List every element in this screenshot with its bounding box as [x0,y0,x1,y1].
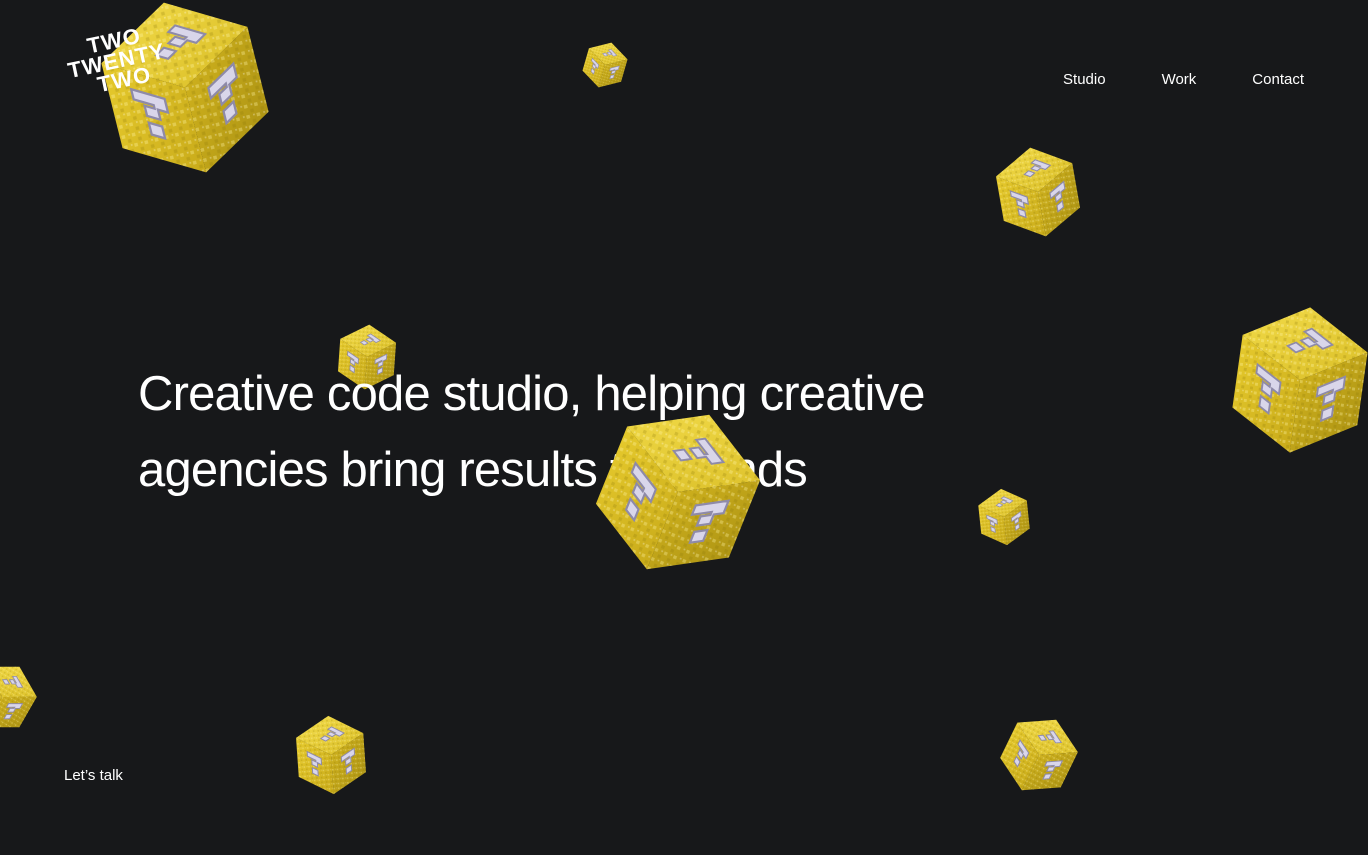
hero-stage: TWO TWENTY TWO Studio Work Contact Creat… [0,0,1368,855]
nav-work-link[interactable]: Work [1162,70,1197,90]
question-block-icon [0,650,44,744]
main-nav: Studio Work Contact [1063,70,1304,90]
lets-talk-link[interactable]: Let’s talk [64,766,123,786]
question-block-icon [284,703,378,807]
question-block-icon [577,36,633,94]
question-block-icon [572,392,784,592]
question-block-icon [990,708,1088,802]
question-block-icon [982,138,1094,246]
hero-line-1: Creative code studio, helping creative [138,367,926,421]
nav-contact-link[interactable]: Contact [1252,70,1304,90]
nav-studio-link[interactable]: Studio [1063,70,1106,90]
question-block-icon [1212,290,1368,470]
